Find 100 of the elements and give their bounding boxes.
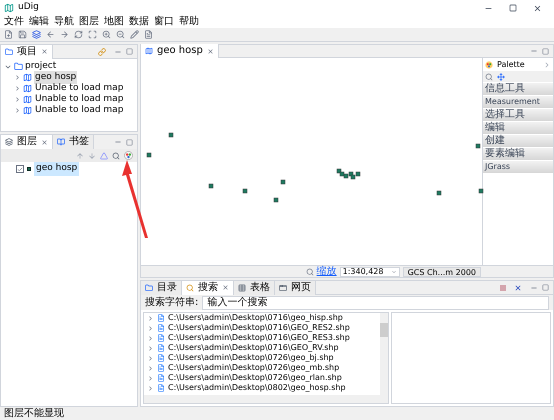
menu-item[interactable]: 图层 [79, 17, 99, 27]
close-icon[interactable] [533, 4, 542, 12]
panel-tab[interactable]: geo hosp [141, 44, 219, 58]
menu-item[interactable]: 窗口 [154, 17, 174, 27]
tree-item[interactable]: Unable to load map [34, 82, 124, 96]
panel-tab[interactable]: 搜索 [182, 280, 234, 294]
result-item[interactable]: C:\Users\admin\Desktop\0726\geo_mb.shp [168, 362, 340, 374]
full-extent-icon[interactable] [88, 30, 97, 39]
map-icon [23, 106, 32, 115]
palette-group[interactable]: 编辑 [483, 122, 553, 134]
color-wheel-icon[interactable] [124, 151, 133, 160]
tree-item[interactable]: Unable to load map [34, 92, 124, 106]
close-icon [41, 138, 48, 146]
clear-icon[interactable] [514, 284, 522, 292]
panel-tab[interactable]: 目录 [141, 280, 182, 294]
maximize-icon[interactable] [509, 4, 517, 12]
map-icon [145, 47, 153, 55]
result-item[interactable]: C:\Users\admin\Desktop\0716\GEO_RES3.shp [168, 332, 350, 344]
panel-tab[interactable]: 图层 [1, 135, 53, 149]
result-item[interactable]: C:\Users\admin\Desktop\0726\geo_bj.shp [168, 352, 334, 364]
tree-item[interactable]: project [25, 60, 56, 74]
layers-icon[interactable] [32, 30, 41, 39]
palette-icon [485, 60, 493, 68]
style-icon[interactable] [100, 152, 108, 160]
app-icon [4, 3, 14, 13]
layer-checkbox[interactable] [16, 165, 24, 173]
expand-icon[interactable] [147, 334, 154, 342]
point-symbol-icon [27, 167, 31, 171]
layers-icon [5, 138, 13, 146]
web-icon [279, 284, 287, 292]
search-field[interactable]: 输入一个搜索 [202, 296, 549, 310]
zoom-icon [306, 268, 314, 276]
zoom-out-icon[interactable] [116, 30, 125, 39]
file-icon [157, 334, 165, 342]
document-icon[interactable] [144, 30, 153, 39]
palette-group[interactable]: JGrass [483, 161, 553, 173]
menu-item[interactable]: 文件 [4, 17, 24, 27]
zoom-tool-icon[interactable] [485, 72, 493, 80]
window-title: uDig [18, 1, 39, 14]
result-item[interactable]: C:\Users\admin\Desktop\0716\geo_hisp.shp [168, 313, 343, 324]
menu-item[interactable]: 地图 [104, 17, 124, 27]
close-icon [206, 48, 214, 54]
expand-icon[interactable] [147, 364, 154, 372]
result-item[interactable]: C:\Users\admin\Desktop\0726\geo_rlan.shp [168, 372, 342, 384]
catalog-icon [145, 284, 153, 292]
expand-icon[interactable] [147, 374, 154, 382]
palette-group[interactable]: Measurement [483, 96, 553, 108]
folder-icon [5, 48, 13, 56]
palette-group[interactable]: 选择工具 [483, 109, 553, 121]
crs-label[interactable]: GCS Ch...m 2000 [402, 266, 481, 276]
file-icon [157, 374, 165, 382]
link-icon[interactable] [98, 48, 106, 56]
expand-icon[interactable] [147, 344, 154, 352]
folder-icon [14, 62, 23, 71]
expand-icon[interactable] [147, 314, 154, 322]
palette-group[interactable]: 创建 [483, 135, 553, 147]
result-item[interactable]: C:\Users\admin\Desktop\0802\geo_hosp.shp [168, 382, 346, 394]
file-icon [157, 344, 165, 352]
result-item[interactable]: C:\Users\admin\Desktop\0716\GEO_RV.shp [168, 342, 339, 354]
map-icon [23, 84, 32, 93]
refresh-icon[interactable] [74, 30, 83, 39]
file-icon [157, 354, 165, 362]
maximize-icon[interactable] [542, 48, 549, 54]
palette-group[interactable]: 要素编辑 [483, 148, 553, 160]
forward-icon[interactable] [60, 30, 69, 39]
menu-item[interactable]: 编辑 [29, 17, 49, 27]
vertical-scrollbar[interactable] [380, 313, 388, 395]
map-icon [23, 73, 32, 82]
close-icon [222, 284, 229, 291]
panel-tab[interactable]: 表格 [234, 280, 275, 294]
save-icon[interactable] [18, 30, 27, 39]
palette-group[interactable]: 信息工具 [483, 83, 553, 95]
expand-icon[interactable] [147, 354, 154, 362]
maximize-icon[interactable] [126, 138, 133, 146]
back-icon[interactable] [46, 30, 55, 39]
menu-item[interactable]: 帮助 [179, 17, 199, 27]
expand-icon[interactable] [147, 384, 154, 392]
panel-tab[interactable]: 项目 [1, 44, 53, 58]
tree-item[interactable]: geo hosp [34, 70, 78, 84]
pan-tool-icon[interactable] [497, 72, 505, 80]
result-item[interactable]: C:\Users\admin\Desktop\0716\GEO_RES2.shp [168, 322, 350, 334]
maximize-icon[interactable] [542, 284, 549, 291]
zoom-in-icon[interactable] [102, 30, 111, 39]
status-text: 图层不能显现 [4, 408, 64, 418]
edit-icon[interactable] [130, 30, 139, 39]
menu-item[interactable]: 数据 [129, 17, 149, 27]
panel-tab[interactable]: 书签 [53, 135, 94, 149]
book-icon [57, 138, 65, 146]
maximize-icon[interactable] [126, 48, 133, 55]
new-file-icon[interactable] [4, 30, 13, 39]
horizontal-scrollbar[interactable] [144, 395, 388, 403]
expand-icon[interactable] [147, 324, 154, 332]
scale-field[interactable]: 1:340,428 [340, 266, 400, 276]
tree-item[interactable]: Unable to load map [34, 104, 124, 118]
zoom-link[interactable]: 缩放 [316, 266, 337, 276]
panel-tab[interactable]: 网页 [275, 280, 316, 294]
map-icon [23, 95, 32, 104]
layer-name[interactable]: geo hosp [34, 162, 80, 176]
menu-item[interactable]: 导航 [54, 17, 74, 27]
find-icon[interactable] [112, 152, 120, 160]
